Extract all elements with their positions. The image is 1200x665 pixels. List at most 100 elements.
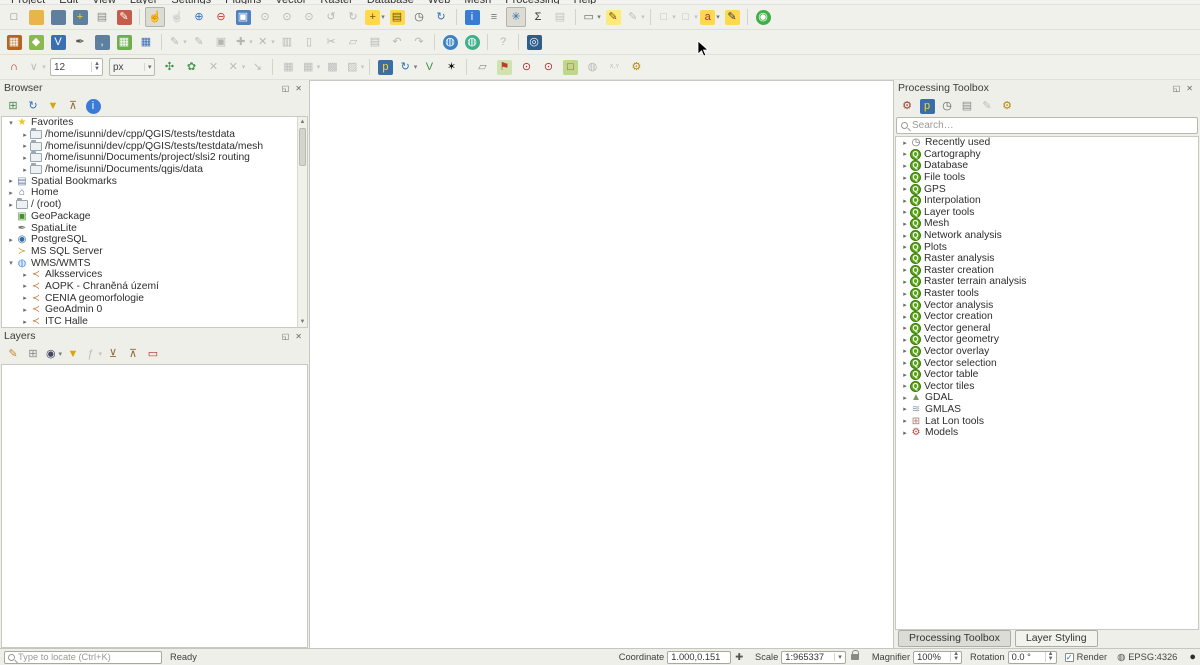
processing-search[interactable] [896, 117, 1198, 134]
results-viewer-icon[interactable]: ▤ [958, 97, 976, 115]
map-tips-icon[interactable]: ✎ [603, 7, 623, 27]
processing-group[interactable]: ▸QRaster analysis [896, 253, 1198, 265]
pan-map-icon[interactable]: ☝ [145, 7, 165, 27]
processing-group[interactable]: ▸QVector tiles [896, 380, 1198, 392]
processing-group[interactable]: ▸▲GDAL [896, 392, 1198, 404]
locator-input[interactable] [18, 652, 158, 662]
scroll-thumb[interactable] [299, 128, 306, 166]
expand-arrow-icon[interactable]: ▸ [20, 142, 30, 150]
expand-arrow-icon[interactable]: ▸ [20, 271, 30, 279]
add-xyz-tiles-icon[interactable]: ◍ [462, 32, 482, 52]
scale-dropdown-icon[interactable]: ▾ [834, 653, 845, 661]
collapse-all-layers-icon[interactable]: ⊼ [124, 345, 142, 363]
expand-arrow-icon[interactable]: ▸ [6, 236, 16, 244]
open-layer-styling-icon[interactable]: ✎ [4, 345, 22, 363]
expand-arrow-icon[interactable]: ▸ [900, 405, 910, 413]
show-spatial-bookmarks-icon[interactable]: ▤ [387, 7, 407, 27]
processing-group[interactable]: ▸≋GMLAS [896, 404, 1198, 416]
browser-close-button[interactable]: ✕ [292, 84, 305, 93]
processing-group[interactable]: ▸◷Recently used [896, 137, 1198, 149]
browser-item[interactable]: ▸≺ITC Halle [2, 316, 307, 328]
remove-layer-icon[interactable]: ▭ [144, 345, 162, 363]
dock-tab-layer-styling[interactable]: Layer Styling [1015, 630, 1098, 647]
browser-item[interactable]: ▾★Favorites [2, 117, 307, 129]
processing-group[interactable]: ▸QVector analysis [896, 299, 1198, 311]
expand-arrow-icon[interactable]: ▸ [900, 243, 910, 251]
magnifier-input[interactable] [914, 652, 950, 662]
processing-group[interactable]: ▸⊞Lat Lon tools [896, 415, 1198, 427]
processing-group[interactable]: ▸QInterpolation [896, 195, 1198, 207]
new-project-icon[interactable]: □ [4, 7, 24, 27]
processing-group[interactable]: ▸QRaster terrain analysis [896, 276, 1198, 288]
save-project-as-icon[interactable]: + [70, 7, 90, 27]
lock-scale-icon[interactable] [851, 654, 859, 660]
layers-tree-empty[interactable] [1, 364, 308, 648]
processing-group[interactable]: ▸QFile tools [896, 172, 1198, 184]
map-canvas[interactable] [310, 80, 893, 648]
processing-group[interactable]: ▸⚙Models [896, 427, 1198, 439]
expand-arrow-icon[interactable]: ▸ [900, 359, 910, 367]
browser-item[interactable]: ✒SpatiaLite [2, 222, 307, 234]
processing-group[interactable]: ▸QPlots [896, 241, 1198, 253]
scripts-menu-icon[interactable]: p [918, 97, 936, 115]
enable-snapping-icon[interactable]: ∩ [4, 57, 24, 77]
manage-map-themes-icon[interactable]: ◉▾ [44, 345, 62, 363]
zoom-to-point-icon[interactable]: ⊙ [516, 57, 536, 77]
expand-arrow-icon[interactable]: ▸ [900, 347, 910, 355]
first-aid-debug-icon[interactable]: ✶ [441, 57, 461, 77]
expand-arrow-icon[interactable]: ▸ [900, 232, 910, 240]
processing-close-button[interactable]: ✕ [1183, 84, 1196, 93]
browser-item[interactable]: ▸▤Spatial Bookmarks [2, 175, 307, 187]
open-project-icon[interactable] [26, 7, 46, 27]
expand-arrow-icon[interactable]: ▸ [900, 174, 910, 182]
browser-item[interactable]: ▾◍WMS/WMTS [2, 257, 307, 269]
processing-group[interactable]: ▸QVector creation [896, 311, 1198, 323]
collapse-all-icon[interactable]: ⊼ [64, 97, 82, 115]
new-mesh-layer-icon[interactable]: ▦ [136, 32, 156, 52]
processing-group[interactable]: ▸QVector general [896, 323, 1198, 335]
properties-widget-icon[interactable]: i [84, 97, 102, 115]
expand-arrow-icon[interactable]: ▸ [900, 290, 910, 298]
locator-box[interactable] [4, 651, 162, 664]
expand-arrow-icon[interactable]: ▸ [900, 336, 910, 344]
extents-toggle-icon[interactable]: ✚ [735, 652, 743, 663]
browser-item[interactable]: ▸◉PostgreSQL [2, 234, 307, 246]
filter-browser-icon[interactable]: ▼ [44, 97, 62, 115]
new-temporary-scratch-layer-icon[interactable]: , [92, 32, 112, 52]
collapse-arrow-icon[interactable]: ▾ [6, 119, 16, 127]
expand-arrow-icon[interactable]: ▸ [20, 154, 30, 162]
processing-group[interactable]: ▸QVector geometry [896, 334, 1198, 346]
browser-item[interactable]: ▸≺Alksservices [2, 269, 307, 281]
expand-arrow-icon[interactable]: ▸ [900, 197, 910, 205]
expand-arrow-icon[interactable]: ▸ [900, 429, 910, 437]
scroll-down-icon[interactable]: ▼ [298, 317, 307, 327]
processing-group[interactable]: ▸QVector selection [896, 357, 1198, 369]
expand-arrow-icon[interactable]: ▸ [900, 394, 910, 402]
processing-group[interactable]: ▸QDatabase [896, 160, 1198, 172]
snapping-on-intersection-icon[interactable]: ✿ [181, 57, 201, 77]
dock-tab-processing-toolbox[interactable]: Processing Toolbox [898, 630, 1011, 647]
metasearch-icon[interactable]: ◎ [524, 32, 544, 52]
browser-item[interactable]: ▸≺GeoAdmin 0 [2, 304, 307, 316]
processing-float-button[interactable]: ◱ [1170, 84, 1184, 93]
processing-group[interactable]: ▸QVector overlay [896, 346, 1198, 358]
expand-arrow-icon[interactable]: ▸ [900, 266, 910, 274]
processing-group[interactable]: ▸QRaster creation [896, 265, 1198, 277]
messages-icon[interactable]: ● [1189, 651, 1196, 663]
gps-tools-icon[interactable]: V [419, 57, 439, 77]
processing-group[interactable]: ▸QLayer tools [896, 207, 1198, 219]
refresh-browser-icon[interactable]: ↻ [24, 97, 42, 115]
style-manager-icon[interactable]: ✎ [114, 7, 134, 27]
processing-search-input[interactable] [912, 120, 1193, 131]
expand-arrow-icon[interactable]: ▸ [20, 282, 30, 290]
layers-float-button[interactable]: ◱ [279, 332, 293, 341]
processing-group[interactable]: ▸QNetwork analysis [896, 230, 1198, 242]
browser-float-button[interactable]: ◱ [279, 84, 293, 93]
new-shapefile-layer-icon[interactable]: V [48, 32, 68, 52]
expand-arrow-icon[interactable]: ▸ [900, 185, 910, 193]
expand-arrow-icon[interactable]: ▸ [20, 294, 30, 302]
crs-globe-icon[interactable]: ◍ [1117, 652, 1125, 663]
processing-group[interactable]: ▸QRaster tools [896, 288, 1198, 300]
identify-features-icon[interactable]: i [462, 7, 482, 27]
expand-arrow-icon[interactable]: ▸ [900, 417, 910, 425]
